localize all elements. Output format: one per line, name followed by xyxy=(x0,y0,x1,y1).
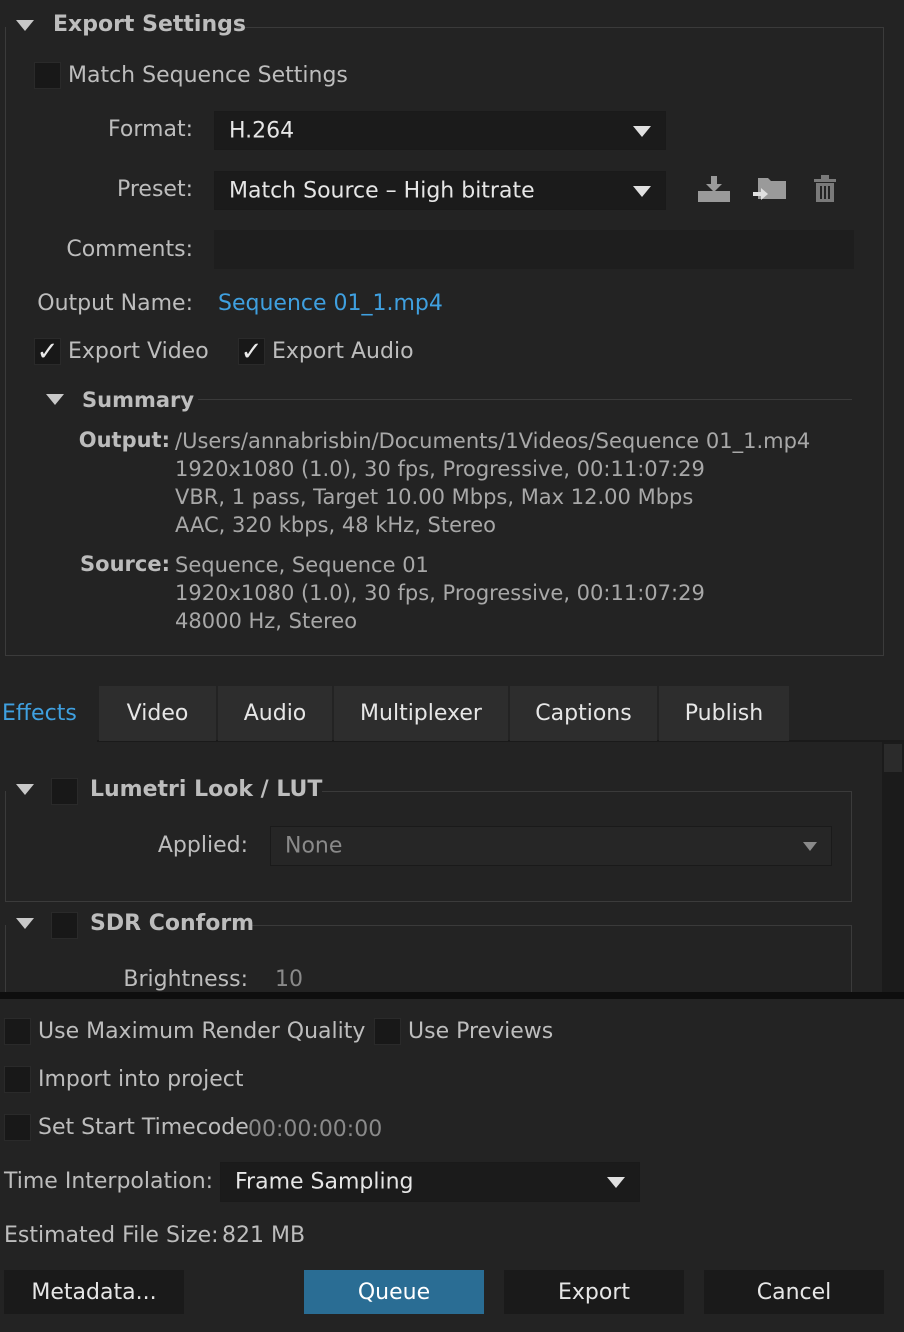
collapse-summary-icon[interactable] xyxy=(46,394,64,405)
max-render-quality-label: Use Maximum Render Quality xyxy=(38,1019,366,1044)
estimated-file-size-value: 821 MB xyxy=(222,1223,306,1248)
tab-audio[interactable]: Audio xyxy=(218,686,332,741)
queue-button[interactable]: Queue xyxy=(304,1270,484,1314)
tab-multiplexer[interactable]: Multiplexer xyxy=(334,686,508,741)
comments-input[interactable] xyxy=(214,230,854,269)
summary-source-lines: Sequence, Sequence 01 1920x1080 (1.0), 3… xyxy=(175,551,705,635)
collapse-export-settings-icon[interactable] xyxy=(16,20,34,31)
format-value: H.264 xyxy=(229,118,295,143)
applied-dropdown[interactable]: None xyxy=(270,826,832,866)
output-name-link[interactable]: Sequence 01_1.mp4 xyxy=(218,291,443,316)
tab-video[interactable]: Video xyxy=(99,686,216,741)
summary-source-line: Sequence, Sequence 01 xyxy=(175,553,429,577)
checkmark-icon: ✓ xyxy=(36,337,59,367)
cancel-button[interactable]: Cancel xyxy=(704,1270,884,1314)
tab-captions[interactable]: Captions xyxy=(510,686,657,741)
time-interpolation-dropdown[interactable]: Frame Sampling xyxy=(220,1162,640,1202)
collapse-sdr-conform-icon[interactable] xyxy=(16,918,34,929)
effects-scrollbar[interactable] xyxy=(882,742,904,994)
preset-value: Match Source – High bitrate xyxy=(229,178,535,203)
summary-title: Summary xyxy=(82,388,195,412)
time-interpolation-value: Frame Sampling xyxy=(235,1169,414,1195)
preset-dropdown[interactable]: Match Source – High bitrate xyxy=(214,171,666,210)
applied-value: None xyxy=(285,833,343,859)
panel-divider xyxy=(0,992,904,999)
set-start-timecode-checkbox[interactable] xyxy=(4,1114,31,1141)
sdr-conform-enable-checkbox[interactable] xyxy=(51,912,78,939)
format-dropdown[interactable]: H.264 xyxy=(214,111,666,150)
comments-label: Comments: xyxy=(66,237,193,262)
chevron-down-icon xyxy=(633,185,651,197)
delete-preset-icon[interactable] xyxy=(812,174,838,204)
export-audio-checkbox[interactable]: ✓ xyxy=(238,338,265,365)
summary-output-line: AAC, 320 kbps, 48 kHz, Stereo xyxy=(175,513,496,537)
scrollbar-thumb[interactable] xyxy=(884,744,902,772)
preset-label: Preset: xyxy=(116,177,193,202)
import-into-project-checkbox[interactable] xyxy=(4,1066,31,1093)
brightness-value[interactable]: 10 xyxy=(275,967,303,992)
summary-source-label: Source: xyxy=(80,552,170,576)
checkmark-icon: ✓ xyxy=(240,337,263,367)
import-into-project-label: Import into project xyxy=(38,1067,244,1092)
summary-rule xyxy=(198,399,852,400)
save-preset-icon[interactable] xyxy=(697,174,731,204)
start-timecode-value[interactable]: 00:00:00:00 xyxy=(248,1117,382,1142)
summary-output-line: 1920x1080 (1.0), 30 fps, Progressive, 00… xyxy=(175,457,705,481)
import-preset-icon[interactable] xyxy=(752,174,788,206)
match-sequence-label: Match Sequence Settings xyxy=(68,63,348,88)
lumetri-enable-checkbox[interactable] xyxy=(51,778,78,805)
summary-output-label: Output: xyxy=(78,428,170,452)
sdr-conform-rule xyxy=(250,925,852,926)
chevron-down-icon xyxy=(803,842,817,851)
lumetri-title: Lumetri Look / LUT xyxy=(90,777,323,802)
export-button[interactable]: Export xyxy=(504,1270,684,1314)
match-sequence-checkbox[interactable] xyxy=(34,62,61,89)
estimated-file-size-label: Estimated File Size: xyxy=(4,1223,219,1248)
summary-output-line: VBR, 1 pass, Target 10.00 Mbps, Max 12.0… xyxy=(175,485,694,509)
export-video-label: Export Video xyxy=(68,339,209,364)
max-render-quality-checkbox[interactable] xyxy=(4,1018,31,1045)
brightness-label: Brightness: xyxy=(123,967,248,992)
tab-publish[interactable]: Publish xyxy=(659,686,789,741)
use-previews-checkbox[interactable] xyxy=(374,1018,401,1045)
summary-output-line: /Users/annabrisbin/Documents/1Videos/Seq… xyxy=(175,429,811,453)
export-audio-label: Export Audio xyxy=(272,339,414,364)
chevron-down-icon xyxy=(607,1177,625,1188)
summary-source-line: 1920x1080 (1.0), 30 fps, Progressive, 00… xyxy=(175,581,705,605)
sdr-conform-title: SDR Conform xyxy=(90,911,255,936)
format-label: Format: xyxy=(108,117,193,142)
summary-source-line: 48000 Hz, Stereo xyxy=(175,609,358,633)
applied-label: Applied: xyxy=(157,833,248,858)
use-previews-label: Use Previews xyxy=(408,1019,554,1044)
export-settings-title: Export Settings xyxy=(53,12,246,37)
tab-effects[interactable]: Effects xyxy=(0,686,97,741)
collapse-lumetri-icon[interactable] xyxy=(16,784,34,795)
export-settings-rule xyxy=(236,27,884,28)
time-interpolation-label: Time Interpolation: xyxy=(4,1169,214,1194)
export-video-checkbox[interactable]: ✓ xyxy=(34,338,61,365)
metadata-button[interactable]: Metadata... xyxy=(4,1270,184,1314)
set-start-timecode-label: Set Start Timecode xyxy=(38,1115,249,1140)
output-name-label: Output Name: xyxy=(37,291,193,316)
chevron-down-icon xyxy=(633,125,651,137)
summary-output-lines: /Users/annabrisbin/Documents/1Videos/Seq… xyxy=(175,427,810,539)
lumetri-rule xyxy=(322,791,852,792)
